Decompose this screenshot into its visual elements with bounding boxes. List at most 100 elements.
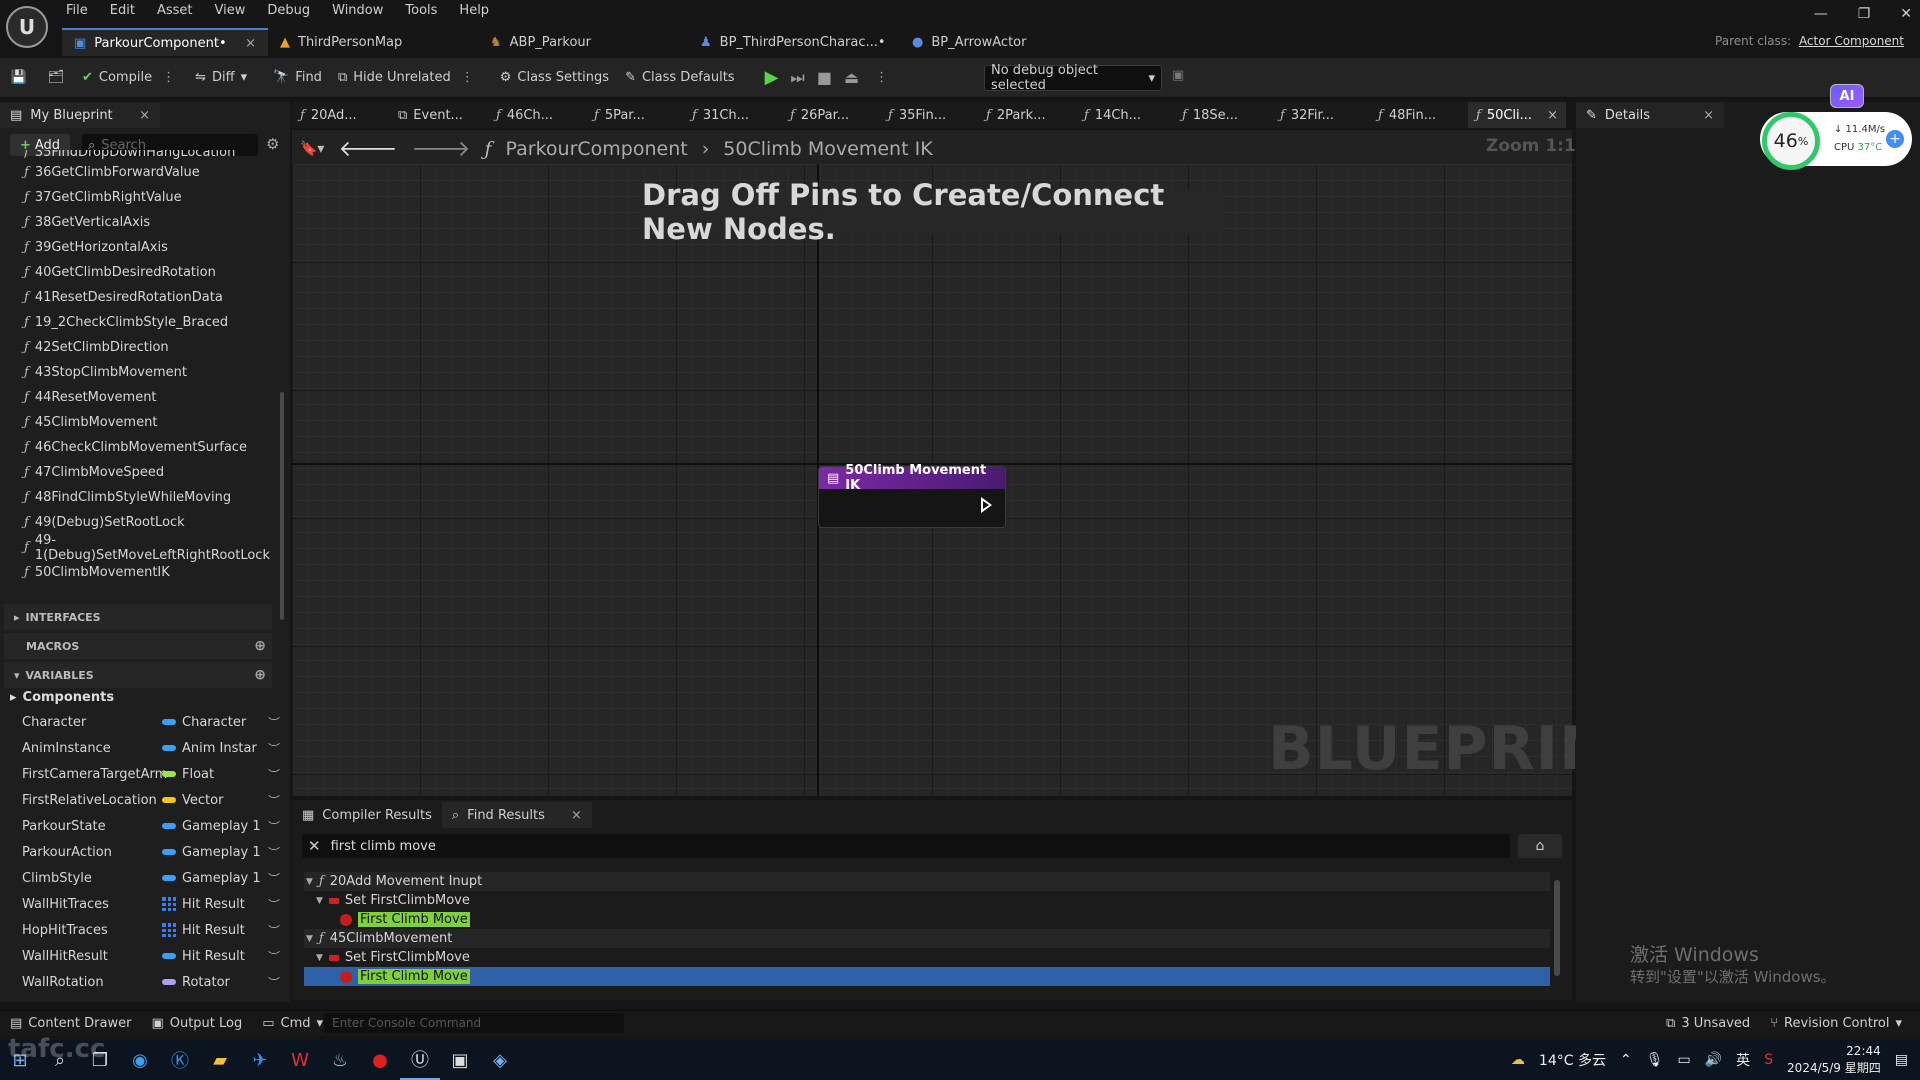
variable-item[interactable]: WallHitResult Hit Result ︶ [22, 943, 284, 969]
ai-badge[interactable]: AI [1830, 84, 1864, 108]
graph-tab[interactable]: ƒ 50Cli... × [1468, 102, 1566, 128]
function-list-item[interactable]: ƒ 45ClimbMovement [24, 410, 284, 435]
find-result-row[interactable]: First Climb Move [304, 967, 1550, 986]
graph-tab[interactable]: ƒ 14Ch... [1076, 102, 1174, 128]
app-k-icon[interactable]: Ⓚ [160, 1040, 200, 1080]
hide-unrelated-options-icon[interactable]: ⋮ [457, 70, 478, 85]
step-icon[interactable]: ⏭ [790, 68, 804, 88]
function-list-item[interactable]: ƒ 42SetClimbDirection [24, 335, 284, 360]
visibility-eye-icon[interactable]: ︶ [268, 792, 280, 809]
graph-tab[interactable]: ƒ 32Fir... [1272, 102, 1370, 128]
tab-find-results[interactable]: ⌕ Find Results × [441, 802, 592, 828]
visibility-eye-icon[interactable]: ︶ [268, 714, 280, 731]
function-list-item[interactable]: ƒ 37GetClimbRightValue [24, 185, 284, 210]
sogou-icon[interactable]: S [1764, 1052, 1773, 1068]
function-list-item[interactable]: ƒ 47ClimbMoveSpeed [24, 460, 284, 485]
function-list-item[interactable]: ƒ 35FindDropDownHangLocation [24, 150, 284, 160]
cmd-dropdown[interactable]: ▭ Cmd ▾ [252, 1011, 333, 1037]
details-tab[interactable]: ✎ Details × [1576, 102, 1724, 128]
feishu-icon[interactable]: ✈ [240, 1040, 280, 1080]
wps-icon[interactable]: W [280, 1040, 320, 1080]
find-result-row[interactable]: ▼ ƒ 45ClimbMovement [304, 929, 1550, 948]
bookmark-icon[interactable]: 🔖▾ [300, 141, 324, 157]
menu-help[interactable]: Help [459, 3, 489, 18]
close-tab-icon[interactable]: × [245, 36, 256, 51]
function-list-item[interactable]: ƒ 50ClimbMovementIK [24, 560, 284, 585]
binoculars-icon[interactable]: ⌂ [1518, 834, 1562, 858]
graph-tab[interactable]: ƒ 18Se... [1174, 102, 1272, 128]
close-icon[interactable]: × [571, 808, 582, 823]
add-macro-icon[interactable]: ⊕ [254, 638, 266, 654]
parent-class-link[interactable]: Actor Component [1799, 34, 1904, 48]
section-interfaces[interactable]: ▸ INTERFACES [4, 604, 272, 630]
chevron-down-icon[interactable]: ▼ [306, 934, 313, 944]
app-icon[interactable]: ◈ [480, 1040, 520, 1080]
visibility-eye-icon[interactable]: ︶ [268, 818, 280, 835]
back-arrow-icon[interactable]: 🡐 [338, 136, 397, 162]
variable-item[interactable]: Character Character ︶ [22, 709, 284, 735]
restore-icon[interactable]: ❐ [1858, 6, 1871, 22]
variable-item[interactable]: FirstCameraTargetArm Float ︶ [22, 761, 284, 787]
visibility-eye-icon[interactable]: ︶ [268, 766, 280, 783]
variable-item[interactable]: AnimInstance Anim Instar ︶ [22, 735, 284, 761]
volume-icon[interactable]: 🔊 [1705, 1052, 1722, 1068]
chevron-down-icon[interactable]: ▼ [306, 877, 313, 887]
epic-games-icon[interactable]: ▣ [440, 1040, 480, 1080]
visibility-eye-icon[interactable]: ︶ [268, 740, 280, 757]
ime-indicator[interactable]: 英 [1736, 1050, 1750, 1070]
clear-icon[interactable]: ✕ [308, 837, 321, 855]
recorder-icon[interactable]: ● [360, 1040, 400, 1080]
graph-tab[interactable]: ⧉ Event... [390, 102, 488, 128]
close-icon[interactable]: × [1703, 108, 1714, 123]
eject-icon[interactable]: ⏏ [844, 68, 859, 87]
node-header[interactable]: ▤ 50Climb Movement IK [819, 463, 1005, 493]
output-log-button[interactable]: ▣ Output Log [141, 1011, 252, 1037]
find-result-row[interactable]: ▼ ƒ 20Add Movement Inupt [304, 872, 1550, 891]
class-settings-button[interactable]: ⚙ Class Settings [492, 58, 617, 98]
section-variables[interactable]: ▾ VARIABLES ⊕ [4, 662, 272, 688]
variable-item[interactable]: ParkourState Gameplay 1 ︶ [22, 813, 284, 839]
chevron-up-icon[interactable]: ⌃ [1620, 1052, 1632, 1068]
graph-tab[interactable]: ƒ 20Ad... [292, 102, 390, 128]
function-list-item[interactable]: ƒ 44ResetMovement [24, 385, 284, 410]
menu-file[interactable]: File [66, 3, 88, 18]
menu-debug[interactable]: Debug [267, 3, 310, 18]
graph-tab[interactable]: ƒ 2Park... [978, 102, 1076, 128]
function-entry-node[interactable]: ▤ 50Climb Movement IK [818, 463, 1006, 528]
visibility-eye-icon[interactable]: ︶ [268, 922, 280, 939]
doc-tab-parkour-component[interactable]: ▣ ParkourComponent• × [62, 28, 268, 56]
visibility-eye-icon[interactable]: ︶ [268, 896, 280, 913]
unsaved-button[interactable]: ⧉ 3 Unsaved [1656, 1011, 1760, 1037]
save-icon[interactable]: 💾 [0, 58, 38, 98]
find-result-row[interactable]: First Climb Move [304, 910, 1550, 929]
unreal-logo-icon[interactable]: U [6, 6, 48, 48]
network-icon[interactable]: ▭ [1677, 1052, 1690, 1068]
play-options-icon[interactable]: ⋮ [871, 70, 892, 85]
visibility-eye-icon[interactable]: ︶ [268, 948, 280, 965]
find-button[interactable]: 🔭 Find [265, 58, 330, 98]
close-icon[interactable]: × [139, 108, 150, 123]
breadcrumb-root[interactable]: ParkourComponent [506, 138, 688, 160]
browse-icon[interactable]: 🗂 [38, 58, 74, 98]
menu-tools[interactable]: Tools [405, 3, 437, 18]
variable-item[interactable]: ParkourAction Gameplay 1 ︶ [22, 839, 284, 865]
find-result-row[interactable]: ▼ Set FirstClimbMove [304, 891, 1550, 910]
doc-tab-map[interactable]: ▲ ThirdPersonMap [268, 28, 478, 56]
doc-tab-anim-blueprint[interactable]: ♞ ABP_Parkour [478, 28, 688, 56]
visibility-eye-icon[interactable]: ︶ [268, 870, 280, 887]
class-defaults-button[interactable]: ✎ Class Defaults [617, 58, 743, 98]
function-list-item[interactable]: ƒ 41ResetDesiredRotationData [24, 285, 284, 310]
revision-control-button[interactable]: ⑂ Revision Control ▾ [1760, 1011, 1912, 1037]
microphone-icon[interactable]: 🎙 [1646, 1052, 1664, 1068]
visibility-eye-icon[interactable]: ︶ [268, 844, 280, 861]
unreal-editor-icon[interactable]: Ⓤ [400, 1040, 440, 1080]
close-icon[interactable]: × [1547, 108, 1558, 123]
function-list-item[interactable]: ƒ 39GetHorizontalAxis [24, 235, 284, 260]
debug-object-select[interactable]: No debug object selected ▾ [984, 63, 1162, 93]
console-input[interactable]: Enter Console Command [324, 1013, 624, 1033]
graph-tab[interactable]: ƒ 48Fin... [1370, 102, 1468, 128]
weather-label[interactable]: 14°C 多云 [1539, 1050, 1606, 1070]
clock[interactable]: 22:44 2024/5/9 星期四 [1787, 1043, 1881, 1077]
function-list-item[interactable]: ƒ 19_2CheckClimbStyle_Braced [24, 310, 284, 335]
compile-options-icon[interactable]: ⋮ [158, 70, 179, 85]
